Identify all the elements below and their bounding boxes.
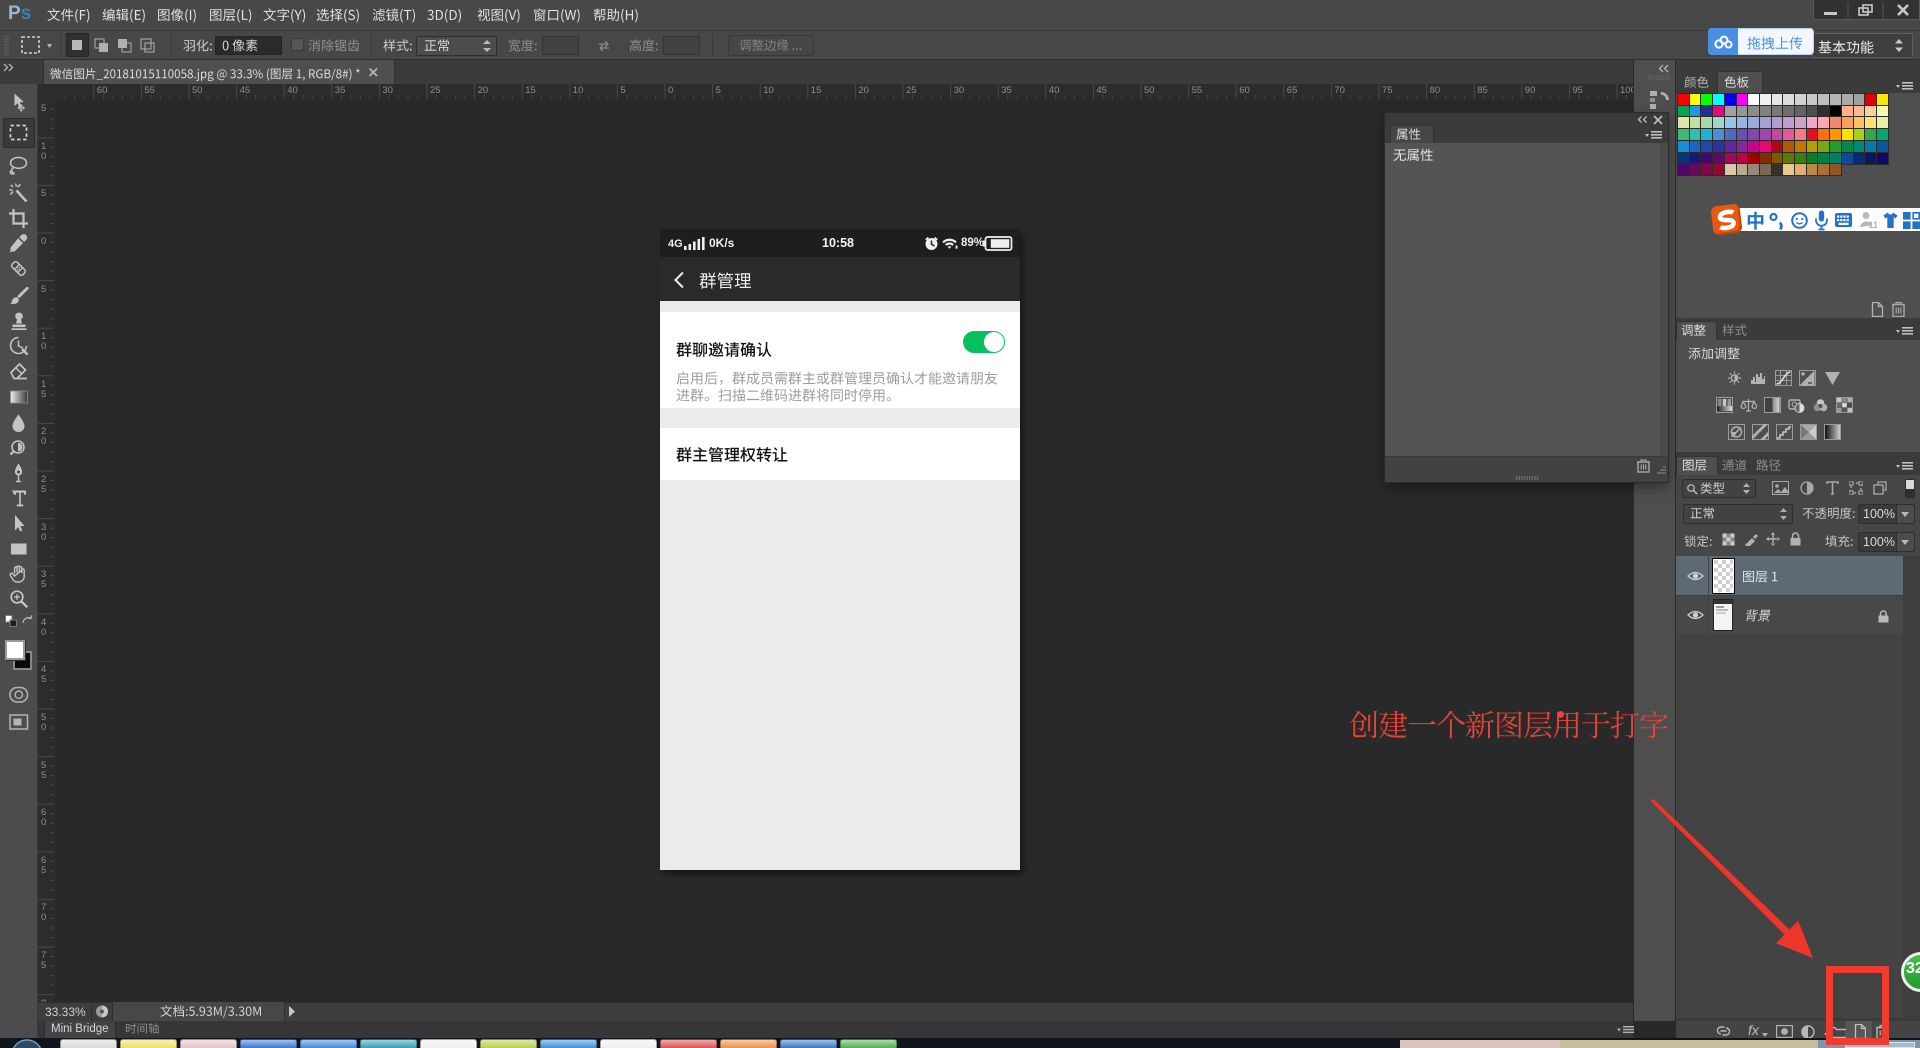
svg-text:11: 11 bbox=[1869, 220, 1878, 230]
